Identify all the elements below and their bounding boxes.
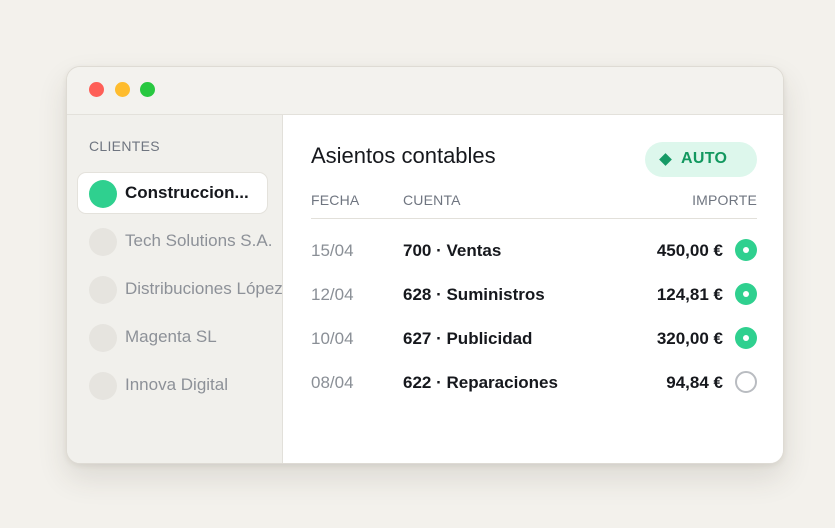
- entry-account: 628 · Suministros: [403, 285, 545, 304]
- entry-date: 15/04: [311, 241, 354, 260]
- sidebar-item-client[interactable]: Tech Solutions S.A.: [77, 220, 272, 262]
- close-window-button[interactable]: [89, 82, 104, 97]
- entry-check-icon[interactable]: [735, 371, 757, 393]
- sidebar-item-client[interactable]: Distribuciones López: [77, 268, 282, 310]
- zoom-window-button[interactable]: [140, 82, 155, 97]
- entry-check-icon[interactable]: [735, 239, 757, 261]
- client-name: Construccion...: [125, 183, 249, 202]
- entry-account: 627 · Publicidad: [403, 329, 533, 348]
- entry-date: 08/04: [311, 373, 354, 392]
- entry-amount: 450,00 €: [656, 241, 723, 260]
- entry-account: 622 · Reparaciones: [403, 373, 558, 392]
- entry-check-icon[interactable]: [735, 283, 757, 305]
- sidebar-item-client[interactable]: Construccion...: [77, 172, 268, 214]
- main-panel: Asientos contables AUTO FECHA CUENTA IMP…: [283, 115, 783, 463]
- entry-amount: 124,81 €: [656, 285, 723, 304]
- minimize-window-button[interactable]: [115, 82, 130, 97]
- app-window: CLIENTES Construccion... Tech Solutions …: [66, 66, 784, 464]
- sidebar: CLIENTES Construccion... Tech Solutions …: [67, 115, 283, 463]
- table-row[interactable]: 12/04 628 · Suministros 124,81 €: [283, 283, 783, 329]
- client-name: Innova Digital: [125, 375, 229, 394]
- page-title: Asientos contables: [311, 143, 496, 168]
- table-row[interactable]: 08/04 622 · Reparaciones 94,84 €: [283, 371, 783, 417]
- entry-amount: 320,00 €: [656, 329, 723, 348]
- entry-account: 700 · Ventas: [403, 241, 502, 260]
- entry-check-icon[interactable]: [735, 327, 757, 349]
- client-avatar: [89, 276, 117, 304]
- auto-badge[interactable]: AUTO: [645, 142, 757, 177]
- sidebar-item-client[interactable]: Magenta SL: [77, 316, 268, 358]
- client-avatar: [89, 324, 117, 352]
- column-header-amount: IMPORTE: [692, 192, 757, 208]
- table-row[interactable]: 15/04 700 · Ventas 450,00 €: [283, 239, 783, 285]
- diamond-icon: [659, 153, 672, 166]
- client-name: Tech Solutions S.A.: [125, 231, 273, 250]
- header-divider: [311, 218, 757, 219]
- entry-date: 10/04: [311, 329, 354, 348]
- client-name: Magenta SL: [125, 327, 217, 346]
- client-avatar: [89, 180, 117, 208]
- sidebar-item-client[interactable]: Innova Digital: [77, 364, 268, 406]
- client-name: Distribuciones López: [125, 279, 283, 298]
- sidebar-title: CLIENTES: [89, 138, 160, 154]
- column-header-account: CUENTA: [403, 192, 461, 208]
- table-row[interactable]: 10/04 627 · Publicidad 320,00 €: [283, 327, 783, 373]
- client-avatar: [89, 372, 117, 400]
- title-bar: [67, 67, 783, 115]
- entry-date: 12/04: [311, 285, 354, 304]
- auto-badge-label: AUTO: [681, 150, 728, 167]
- client-avatar: [89, 228, 117, 256]
- entry-amount: 94,84 €: [666, 373, 723, 392]
- column-header-date: FECHA: [311, 192, 360, 208]
